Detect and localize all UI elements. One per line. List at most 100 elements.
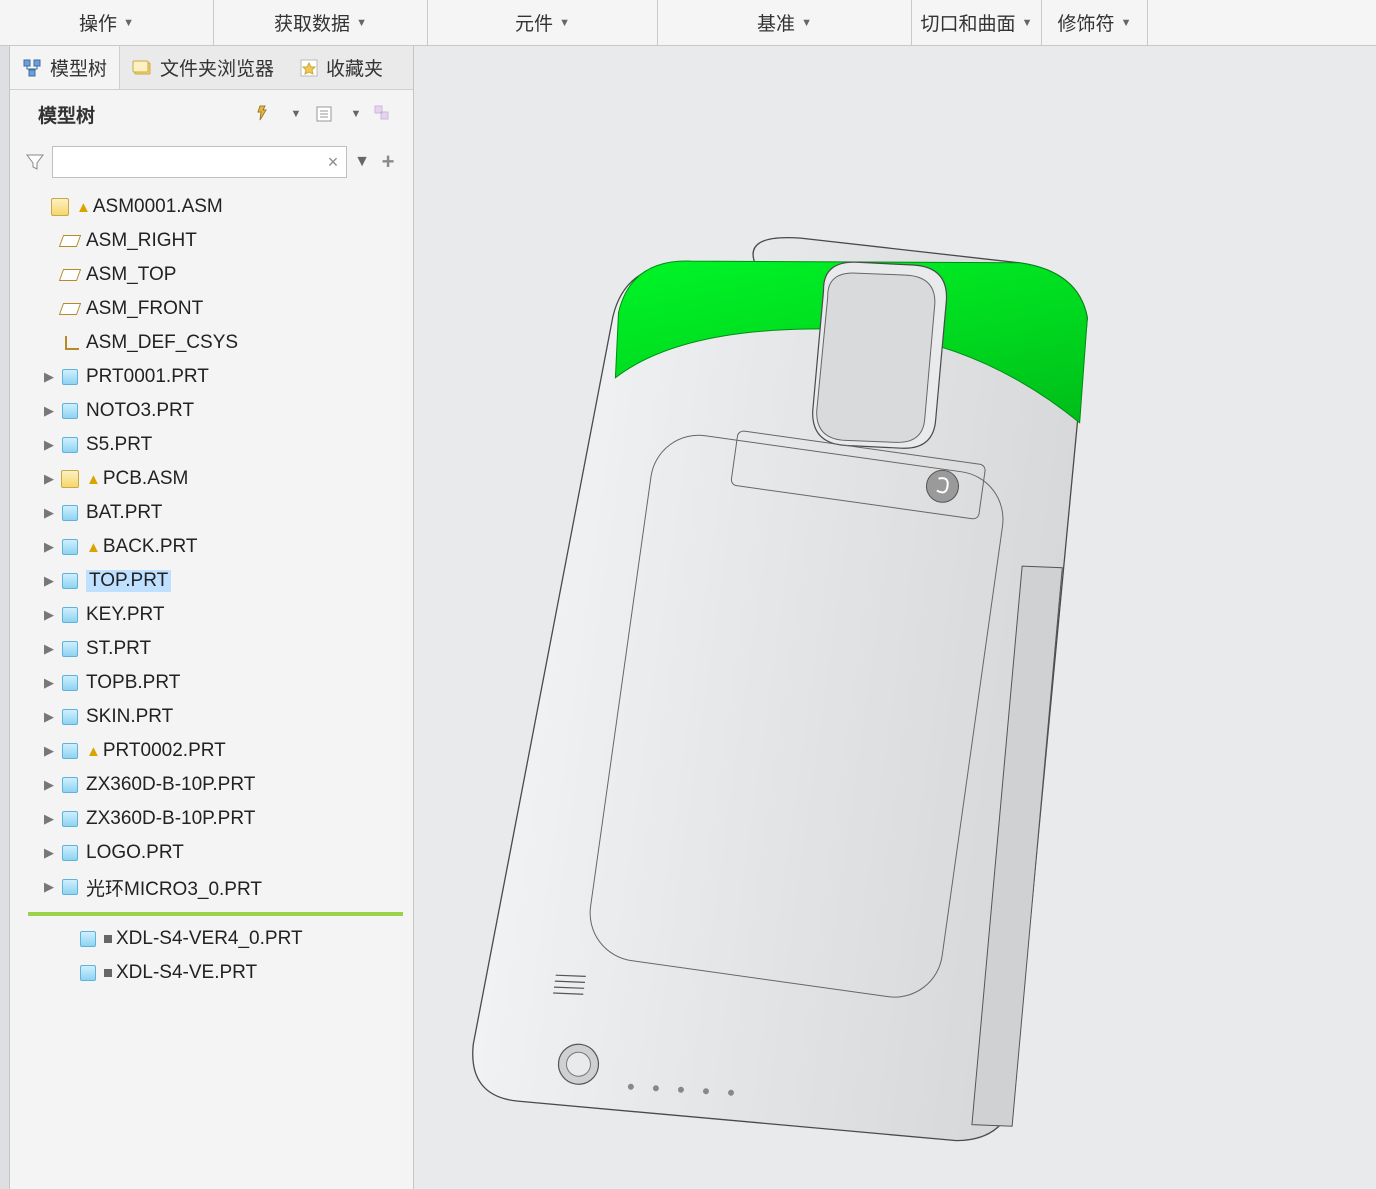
- child-node-10[interactable]: ▶TOP.PRT: [10, 564, 413, 598]
- show-hide-button[interactable]: [369, 99, 399, 129]
- ribbon-item-label: 获取数据: [274, 9, 350, 36]
- tab-favorites[interactable]: 收藏夹: [286, 46, 395, 89]
- node-label: XDL-S4-VER4_0.PRT: [116, 928, 303, 950]
- asm-icon: [50, 197, 70, 217]
- child-node-14[interactable]: ▶SKIN.PRT: [10, 700, 413, 734]
- child-node-9[interactable]: ▶▲BACK.PRT: [10, 530, 413, 564]
- child-node-8[interactable]: ▶ BAT.PRT: [10, 496, 413, 530]
- tab-folder-browser[interactable]: 文件夹浏览器: [120, 46, 286, 89]
- prt-icon: [60, 401, 80, 421]
- filter-icon[interactable]: [24, 151, 46, 173]
- prt-icon: [60, 367, 80, 387]
- expand-icon[interactable]: ▶: [40, 743, 58, 759]
- search-clear-button[interactable]: ×: [320, 152, 346, 173]
- 3d-viewport[interactable]: [414, 46, 1376, 1189]
- footer-node-0[interactable]: ▶XDL-S4-VER4_0.PRT: [28, 922, 403, 956]
- search-dropdown[interactable]: ▼: [353, 153, 371, 171]
- child-node-1[interactable]: ▶ASM_TOP: [10, 258, 413, 292]
- ribbon-item-0[interactable]: 操作▼: [0, 0, 214, 45]
- ribbon-item-label: 基准: [757, 9, 795, 36]
- display-options-dropdown[interactable]: ▼: [339, 99, 369, 129]
- node-label: PRT0002.PRT: [103, 740, 226, 762]
- child-node-4[interactable]: ▶PRT0001.PRT: [10, 360, 413, 394]
- model-tree-icon: [22, 57, 44, 79]
- expand-icon[interactable]: ▶: [40, 811, 58, 827]
- plane-icon: [60, 299, 80, 319]
- tools-settings-dropdown[interactable]: ▼: [279, 99, 309, 129]
- sidebar: 模型树 文件夹浏览器 收藏夹 模型树 ▼: [10, 46, 414, 1189]
- expand-icon[interactable]: ▶: [40, 539, 58, 555]
- warning-icon: ▲: [86, 743, 101, 760]
- tab-model-tree-label: 模型树: [50, 54, 107, 81]
- prt-icon: [60, 809, 80, 829]
- display-options-button[interactable]: [309, 99, 339, 129]
- ribbon-item-4[interactable]: 切口和曲面 ▼: [912, 0, 1042, 45]
- child-node-18[interactable]: ▶LOGO.PRT: [10, 836, 413, 870]
- ribbon-item-5[interactable]: 修饰符▼: [1042, 0, 1148, 45]
- expand-icon[interactable]: ▶: [40, 641, 58, 657]
- child-node-11[interactable]: ▶ KEY.PRT: [10, 598, 413, 632]
- child-node-5[interactable]: ▶NOTO3.PRT: [10, 394, 413, 428]
- prt-icon: [60, 775, 80, 795]
- node-label: ASM_RIGHT: [86, 230, 197, 252]
- prt-icon: [60, 843, 80, 863]
- expand-icon[interactable]: ▶: [40, 845, 58, 861]
- favorites-icon: [298, 57, 320, 79]
- chevron-down-icon: ▼: [356, 17, 367, 29]
- node-label: ASM_DEF_CSYS: [86, 332, 238, 354]
- child-node-7[interactable]: ▶▲PCB.ASM: [10, 462, 413, 496]
- expand-icon[interactable]: ▶: [40, 777, 58, 793]
- ribbon-item-label: 切口和曲面: [921, 9, 1016, 36]
- prt-icon: [60, 605, 80, 625]
- ribbon-item-label: 元件: [515, 9, 553, 36]
- expand-icon[interactable]: ▶: [40, 675, 58, 691]
- footer-badge-icon: [104, 935, 112, 943]
- search-input[interactable]: [53, 147, 320, 177]
- child-node-3[interactable]: ▶ASM_DEF_CSYS: [10, 326, 413, 360]
- expand-icon[interactable]: ▶: [40, 709, 58, 725]
- child-node-19[interactable]: ▶ 光环MICRO3_0.PRT: [10, 870, 413, 904]
- node-label: KEY.PRT: [86, 604, 165, 626]
- asm-icon: [60, 469, 80, 489]
- node-label: XDL-S4-VE.PRT: [116, 962, 257, 984]
- child-node-0[interactable]: ▶ASM_RIGHT: [10, 224, 413, 258]
- tools-settings-button[interactable]: [249, 99, 279, 129]
- ribbon-item-2[interactable]: 元件 ▼: [428, 0, 658, 45]
- node-label: ST.PRT: [86, 638, 151, 660]
- expand-icon[interactable]: ▶: [40, 437, 58, 453]
- node-label: PCB.ASM: [103, 468, 189, 490]
- add-button[interactable]: +: [377, 149, 399, 175]
- expand-icon[interactable]: ▶: [40, 505, 58, 521]
- root-node-0[interactable]: ▶▲ASM0001.ASM: [10, 190, 413, 224]
- node-label: 光环MICRO3_0.PRT: [86, 874, 262, 901]
- child-node-16[interactable]: ▶ZX360D-B-10P.PRT: [10, 768, 413, 802]
- chevron-down-icon: ▼: [559, 17, 570, 29]
- child-node-17[interactable]: ▶ZX360D-B-10P.PRT: [10, 802, 413, 836]
- chevron-down-icon: ▼: [801, 17, 812, 29]
- node-label: S5.PRT: [86, 434, 152, 456]
- ribbon-item-3[interactable]: 基准 ▼: [658, 0, 912, 45]
- child-node-15[interactable]: ▶ ▲PRT0002.PRT: [10, 734, 413, 768]
- node-label: ASM_TOP: [86, 264, 176, 286]
- prt-icon: [60, 673, 80, 693]
- expand-icon[interactable]: ▶: [40, 471, 58, 487]
- plane-icon: [60, 265, 80, 285]
- expand-icon[interactable]: ▶: [40, 879, 58, 895]
- prt-icon: [60, 707, 80, 727]
- ribbon-item-1[interactable]: 获取数据 ▼: [214, 0, 428, 45]
- child-node-12[interactable]: ▶ ST.PRT: [10, 632, 413, 666]
- child-node-2[interactable]: ▶ASM_FRONT: [10, 292, 413, 326]
- tab-model-tree[interactable]: 模型树: [10, 46, 120, 89]
- node-label: BAT.PRT: [86, 502, 162, 524]
- folder-browser-icon: [132, 57, 154, 79]
- child-node-13[interactable]: ▶ TOPB.PRT: [10, 666, 413, 700]
- expand-icon[interactable]: ▶: [40, 573, 58, 589]
- chevron-down-icon: ▼: [1022, 17, 1033, 29]
- expand-icon[interactable]: ▶: [40, 607, 58, 623]
- prt-icon: [60, 537, 80, 557]
- footer-node-1[interactable]: ▶XDL-S4-VE.PRT: [28, 956, 403, 990]
- child-node-6[interactable]: ▶ S5.PRT: [10, 428, 413, 462]
- expand-icon[interactable]: ▶: [40, 403, 58, 419]
- node-label: TOPB.PRT: [86, 672, 180, 694]
- expand-icon[interactable]: ▶: [40, 369, 58, 385]
